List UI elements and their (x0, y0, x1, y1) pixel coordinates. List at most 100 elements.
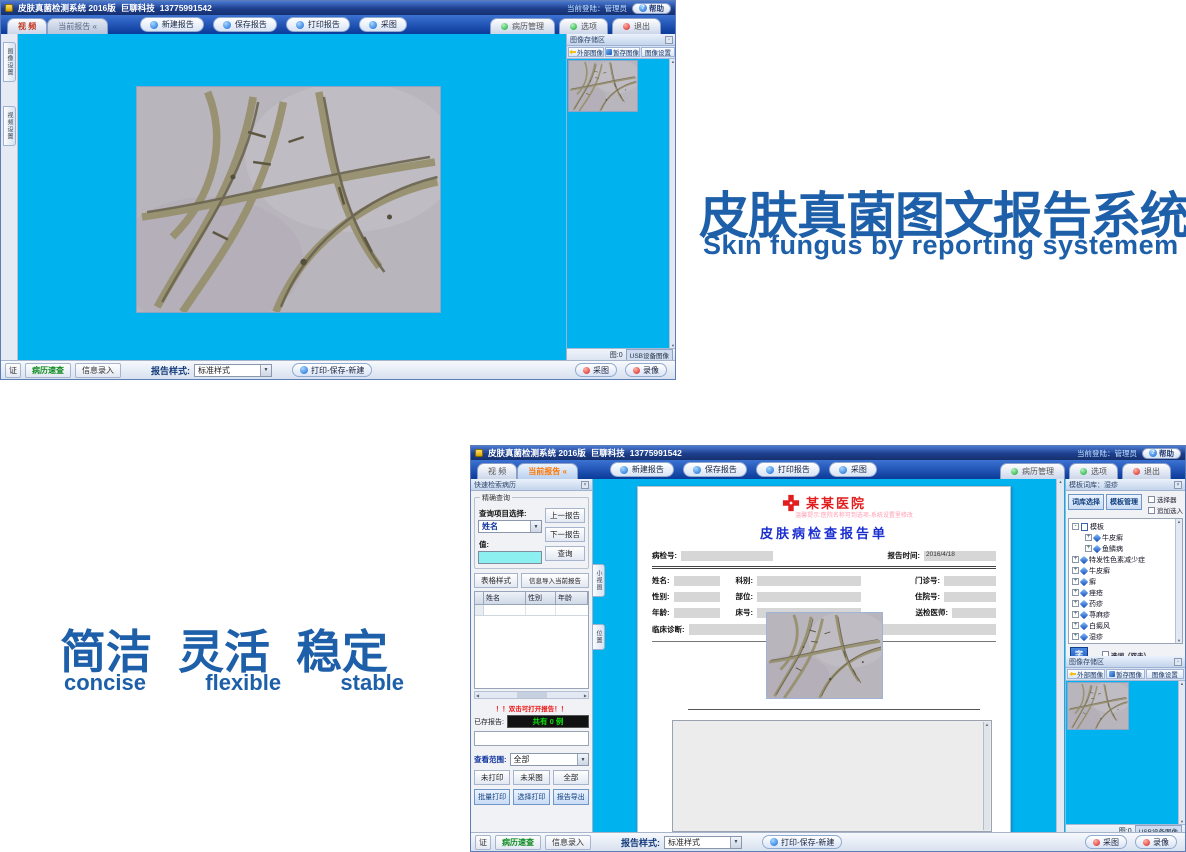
report-scrollbar[interactable]: ▲▼ (1056, 479, 1064, 836)
print-save-new-button[interactable]: 打印-保存-新建 (762, 835, 842, 849)
expand-icon[interactable]: + (1072, 611, 1079, 618)
print-save-new-button[interactable]: 打印-保存-新建 (292, 363, 372, 377)
expand-icon[interactable]: + (1072, 567, 1079, 574)
rail-tab-image-settings[interactable]: 图像设置 (3, 42, 16, 82)
export-report-button[interactable]: 报告导出 (553, 789, 589, 805)
import-info-button[interactable]: 信息导入当前报告 (521, 573, 589, 588)
expand-icon[interactable]: + (1072, 600, 1079, 607)
filter-all-button[interactable]: 全部 (553, 770, 589, 785)
template-manage-button[interactable]: 模板管理 (1106, 494, 1142, 510)
help-button[interactable]: ? 帮助 (1142, 448, 1181, 459)
menu-records[interactable]: 病历管理 (490, 18, 555, 34)
outpatient-field[interactable] (944, 576, 996, 586)
save-report-button[interactable]: 保存报告 (213, 17, 277, 32)
external-image-button[interactable]: 外部图像 (1067, 669, 1105, 679)
report-microscope-image[interactable] (766, 612, 883, 699)
quick-search-button[interactable]: 病历速查 (25, 363, 71, 378)
menu-records[interactable]: 病历管理 (1000, 463, 1065, 479)
cert-button[interactable]: 证 (5, 363, 21, 378)
lib-select-button[interactable]: 词库选择 (1068, 494, 1104, 510)
thumbnail-scrollbar[interactable]: ▲▼ (669, 59, 676, 348)
image-settings-button[interactable]: 图像设置 (1146, 669, 1184, 679)
expand-icon[interactable]: + (1085, 545, 1092, 552)
tree-scrollbar[interactable]: ▲▼ (1175, 519, 1182, 643)
record-video-button[interactable]: 录像 (625, 363, 667, 377)
capture-button[interactable]: 采图 (359, 17, 407, 32)
menu-exit[interactable]: 退出 (612, 18, 661, 34)
menu-options[interactable]: 选项 (559, 18, 608, 34)
tab-video[interactable]: 视 频 (477, 463, 517, 479)
doctor-field[interactable] (952, 608, 996, 618)
cert-button[interactable]: 证 (475, 835, 491, 850)
age-field[interactable] (674, 608, 720, 618)
menu-options[interactable]: 选项 (1069, 463, 1118, 479)
report-style-select[interactable]: 标准样式▼ (664, 836, 742, 849)
close-icon[interactable]: × (1174, 481, 1182, 489)
textarea-scrollbar[interactable]: ▲ (983, 722, 990, 830)
pin-icon[interactable]: ▫ (665, 36, 673, 44)
capture-button[interactable]: 采图 (829, 462, 877, 477)
table-style-button[interactable]: 表格样式 (474, 573, 518, 588)
query-field-select[interactable]: 姓名▼ (478, 520, 542, 533)
gender-field[interactable] (674, 592, 720, 602)
exam-no-field[interactable] (681, 551, 773, 561)
tab-current-report[interactable]: 当前报告 « (517, 463, 578, 479)
report-time-field[interactable]: 2016/4/18 (924, 551, 996, 561)
capture-image-button[interactable]: 采图 (1085, 835, 1127, 849)
record-video-button[interactable]: 录像 (1135, 835, 1177, 849)
findings-textarea[interactable]: ▲ (672, 720, 992, 832)
pin-icon[interactable]: ▫ (1174, 658, 1182, 666)
part-field[interactable] (757, 592, 861, 602)
print-report-button[interactable]: 打印报告 (286, 17, 350, 32)
new-report-button[interactable]: 新建报告 (140, 17, 204, 32)
report-style-select[interactable]: 标准样式▼ (194, 364, 272, 377)
captured-thumbnail[interactable] (1067, 682, 1129, 730)
expand-icon[interactable]: + (1072, 556, 1079, 563)
selector-checkbox[interactable]: 选择器 (1148, 494, 1183, 504)
prev-report-button[interactable]: 上一报告 (545, 508, 585, 523)
save-report-button[interactable]: 保存报告 (683, 462, 747, 477)
close-icon[interactable]: × (581, 481, 589, 489)
filter-uncaptured-button[interactable]: 未采图 (513, 770, 549, 785)
name-field[interactable] (674, 576, 720, 586)
thumbnail-scrollbar[interactable]: ▲▼ (1178, 681, 1185, 824)
append-checkbox[interactable]: 追加选入 (1148, 505, 1183, 515)
capture-image-button[interactable]: 采图 (575, 363, 617, 377)
template-tree[interactable]: -模板 +牛皮癣 +鱼鳞病 +特发性色素减少症 +牛皮癣 +癣 +痤疮 +药疹 … (1068, 518, 1183, 644)
side-tab-position[interactable]: 位置 (592, 624, 605, 650)
usb-device-label[interactable]: USB设备图像 (626, 349, 673, 361)
captured-thumbnail[interactable] (568, 60, 638, 112)
rail-tab-video-settings[interactable]: 视频设置 (3, 106, 16, 146)
side-tab-small-view[interactable]: 小视图 (592, 564, 605, 597)
print-report-button[interactable]: 打印报告 (756, 462, 820, 477)
dept-field[interactable] (757, 576, 861, 586)
query-value-input[interactable] (478, 551, 542, 564)
video-view-area[interactable] (18, 34, 566, 360)
expand-icon[interactable]: + (1072, 633, 1079, 640)
filter-unprinted-button[interactable]: 未打印 (474, 770, 510, 785)
external-image-button[interactable]: 外部图像 (568, 47, 604, 57)
expand-icon[interactable]: + (1085, 534, 1092, 541)
info-entry-button[interactable]: 信息录入 (545, 835, 591, 850)
collapse-icon[interactable]: - (1072, 523, 1079, 530)
expand-icon[interactable]: + (1072, 622, 1079, 629)
inpatient-field[interactable] (944, 592, 996, 602)
tab-video[interactable]: 视 频 (7, 18, 47, 34)
view-range-select[interactable]: 全部▼ (510, 753, 590, 766)
image-settings-button[interactable]: 图像设置 (641, 47, 675, 57)
quick-search-button[interactable]: 病历速查 (495, 835, 541, 850)
temp-image-button[interactable]: 暂存图像 (605, 47, 640, 57)
next-report-button[interactable]: 下一报告 (545, 527, 585, 542)
temp-image-button[interactable]: 暂存图像 (1106, 669, 1144, 679)
tab-current-report[interactable]: 当前报告 « (47, 18, 108, 34)
menu-exit[interactable]: 退出 (1122, 463, 1171, 479)
table-hscrollbar[interactable]: ◀▶ (474, 691, 589, 699)
records-table[interactable]: 姓名 性别 年龄 (474, 591, 589, 689)
batch-print-button[interactable]: 批量打印 (474, 789, 510, 805)
help-button[interactable]: ? 帮助 (632, 3, 671, 14)
select-print-button[interactable]: 选择打印 (513, 789, 549, 805)
new-report-button[interactable]: 新建报告 (610, 462, 674, 477)
expand-icon[interactable]: + (1072, 589, 1079, 596)
query-button[interactable]: 查询 (545, 546, 585, 561)
info-entry-button[interactable]: 信息录入 (75, 363, 121, 378)
